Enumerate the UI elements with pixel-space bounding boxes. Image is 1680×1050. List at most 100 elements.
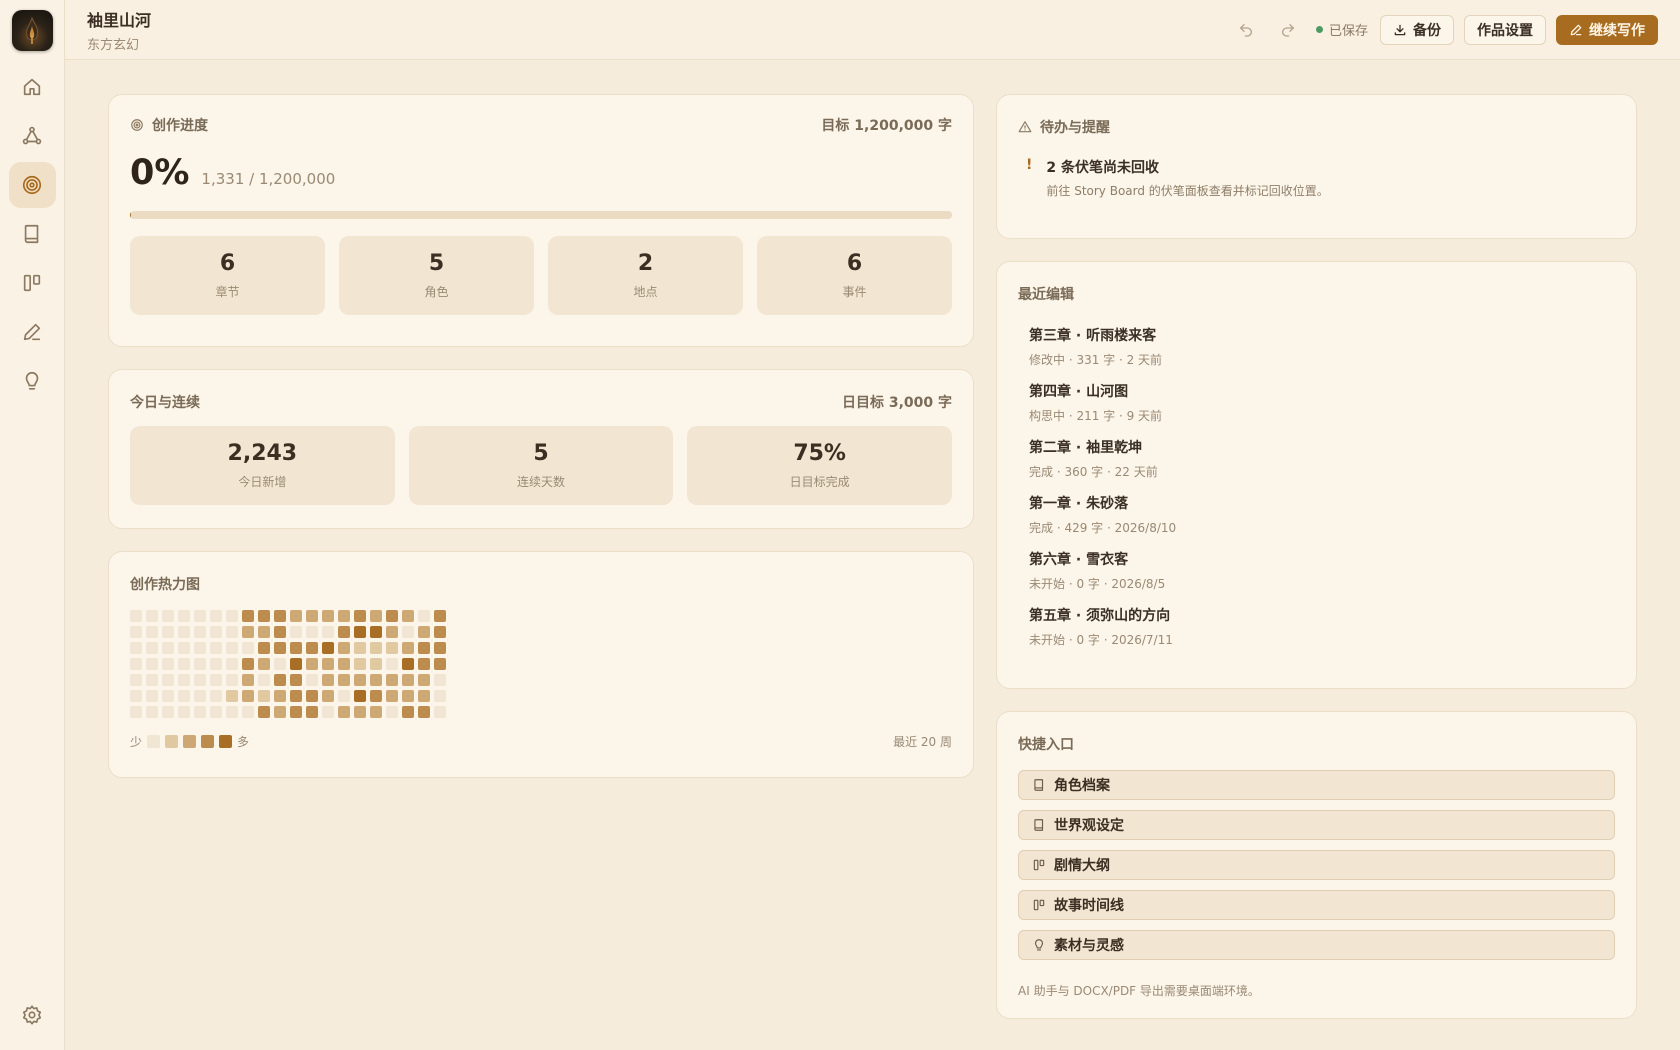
heatmap-cell — [306, 706, 318, 718]
recent-item[interactable]: 第五章 · 须弥山的方向 未开始 · 0 字 · 2026/7/11 — [1029, 605, 1615, 648]
heatmap-cell — [146, 706, 158, 718]
heatmap-cell — [386, 626, 398, 638]
heatmap-cell — [130, 658, 142, 670]
heatmap-cell — [290, 642, 302, 654]
continue-writing-button[interactable]: 继续写作 — [1556, 14, 1658, 45]
work-title-block: 袖里山河 东方玄幻 — [87, 7, 151, 53]
heatmap-cell — [386, 706, 398, 718]
heatmap-cell — [194, 626, 206, 638]
heatmap-cell — [130, 674, 142, 686]
app-logo[interactable] — [11, 10, 53, 51]
chapter-meta: 修改中 · 331 字 · 2 天前 — [1029, 353, 1163, 367]
work-settings-button[interactable]: 作品设置 — [1464, 14, 1546, 45]
undo-icon — [1239, 23, 1252, 37]
nav-relations[interactable] — [9, 113, 56, 159]
recent-title: 最近编辑 — [1018, 287, 1074, 303]
legend-swatch — [165, 735, 179, 748]
todo-item-title: 2 条伏笔尚未回收 — [1046, 160, 1160, 176]
nav-goals[interactable] — [8, 162, 56, 208]
heatmap-cell — [434, 626, 446, 638]
heatmap-cell — [354, 610, 366, 622]
heatmap-cell — [434, 674, 446, 686]
quick-timeline[interactable]: 故事时间线 — [1018, 890, 1615, 920]
heatmap-cell — [274, 610, 286, 622]
heatmap-title: 创作热力图 — [130, 577, 200, 593]
recent-item[interactable]: 第六章 · 雪衣客 未开始 · 0 字 · 2026/8/5 — [1029, 549, 1615, 592]
heatmap-cell — [178, 626, 190, 638]
backup-label: 备份 — [1413, 22, 1441, 39]
heatmap-cell — [322, 674, 334, 686]
stat-value: 6 — [219, 251, 236, 276]
recent-item[interactable]: 第四章 · 山河图 构思中 · 211 字 · 9 天前 — [1029, 381, 1615, 424]
desktop-note: AI 助手与 DOCX/PDF 导出需要桌面端环境。 — [1018, 984, 1260, 998]
target-icon — [22, 175, 42, 195]
stat-label: 日目标完成 — [789, 475, 850, 489]
heatmap-cell — [130, 642, 142, 654]
heatmap-cell — [338, 626, 350, 638]
chapter-title: 第四章 · 山河图 — [1029, 384, 1129, 400]
heatmap-cell — [418, 674, 430, 686]
heatmap-cell — [274, 690, 286, 702]
heatmap-cell — [242, 642, 254, 654]
nav-inspiration[interactable] — [9, 358, 56, 404]
heatmap-cell — [274, 674, 286, 686]
chapter-meta: 完成 · 429 字 · 2026/8/10 — [1029, 521, 1177, 535]
todo-title: 待办与提醒 — [1018, 117, 1615, 137]
heatmap-cell — [130, 610, 142, 622]
progress-count: 1,331 / 1,200,000 — [201, 170, 336, 188]
heatmap-cell — [194, 674, 206, 686]
undo-button[interactable] — [1230, 15, 1262, 45]
quick-inspiration[interactable]: 素材与灵感 — [1018, 930, 1615, 960]
redo-button[interactable] — [1272, 15, 1304, 45]
quick-worldbuilding[interactable]: 世界观设定 — [1018, 810, 1615, 840]
stat-locations: 2 地点 — [548, 236, 743, 315]
todo-item-desc: 前往 Story Board 的伏笔面板查看并标记回收位置。 — [1046, 184, 1329, 198]
nav-write[interactable] — [9, 309, 56, 355]
heatmap-cell — [354, 626, 366, 638]
heatmap-cell — [386, 610, 398, 622]
work-genre: 东方玄幻 — [87, 37, 140, 53]
heatmap-cell — [226, 706, 238, 718]
heatmap-cell — [146, 658, 158, 670]
heatmap-cell — [290, 610, 302, 622]
heatmap-cell — [274, 642, 286, 654]
heatmap-cell — [274, 706, 286, 718]
today-title: 今日与连续 — [130, 395, 200, 411]
heatmap-cell — [306, 674, 318, 686]
heatmap-range: 最近 20 周 — [893, 735, 952, 749]
heatmap-cell — [258, 658, 270, 670]
heatmap-card: 创作热力图 少 多 最近 20 周 — [108, 551, 974, 778]
heatmap-cell — [162, 610, 174, 622]
nav-board[interactable] — [9, 260, 56, 306]
daily-target: 日目标 3,000 字 — [841, 395, 952, 411]
todo-item[interactable]: ! 2 条伏笔尚未回收 前往 Story Board 的伏笔面板查看并标记回收位… — [1018, 157, 1615, 199]
heatmap-cell — [162, 658, 174, 670]
heatmap-cell — [226, 690, 238, 702]
heatmap-cell — [178, 690, 190, 702]
sidebar — [0, 0, 65, 1050]
chapter-title: 第五章 · 须弥山的方向 — [1029, 608, 1171, 624]
heatmap-cell — [306, 658, 318, 670]
heatmap-cell — [434, 658, 446, 670]
nav-settings[interactable] — [9, 992, 56, 1038]
heatmap-cell — [146, 690, 158, 702]
heatmap-cell — [338, 642, 350, 654]
backup-button[interactable]: 备份 — [1380, 14, 1454, 45]
heatmap-cell — [162, 642, 174, 654]
nav-bible[interactable] — [9, 211, 56, 257]
continue-writing-label: 继续写作 — [1589, 22, 1645, 39]
nav-home[interactable] — [9, 64, 56, 110]
heatmap-cell — [418, 706, 430, 718]
recent-item[interactable]: 第二章 · 袖里乾坤 完成 · 360 字 · 22 天前 — [1029, 437, 1615, 480]
heatmap-cell — [354, 658, 366, 670]
board-icon — [23, 274, 41, 292]
quick-characters[interactable]: 角色档案 — [1018, 770, 1615, 800]
stat-value: 6 — [846, 251, 863, 276]
recent-item[interactable]: 第一章 · 朱砂落 完成 · 429 字 · 2026/8/10 — [1029, 493, 1615, 536]
warning-icon — [1018, 121, 1032, 133]
heatmap-cell — [178, 658, 190, 670]
stat-characters: 5 角色 — [339, 236, 534, 315]
heatmap-cell — [226, 610, 238, 622]
quick-outline[interactable]: 剧情大纲 — [1018, 850, 1615, 880]
recent-item[interactable]: 第三章 · 听雨楼来客 修改中 · 331 字 · 2 天前 — [1029, 325, 1615, 368]
